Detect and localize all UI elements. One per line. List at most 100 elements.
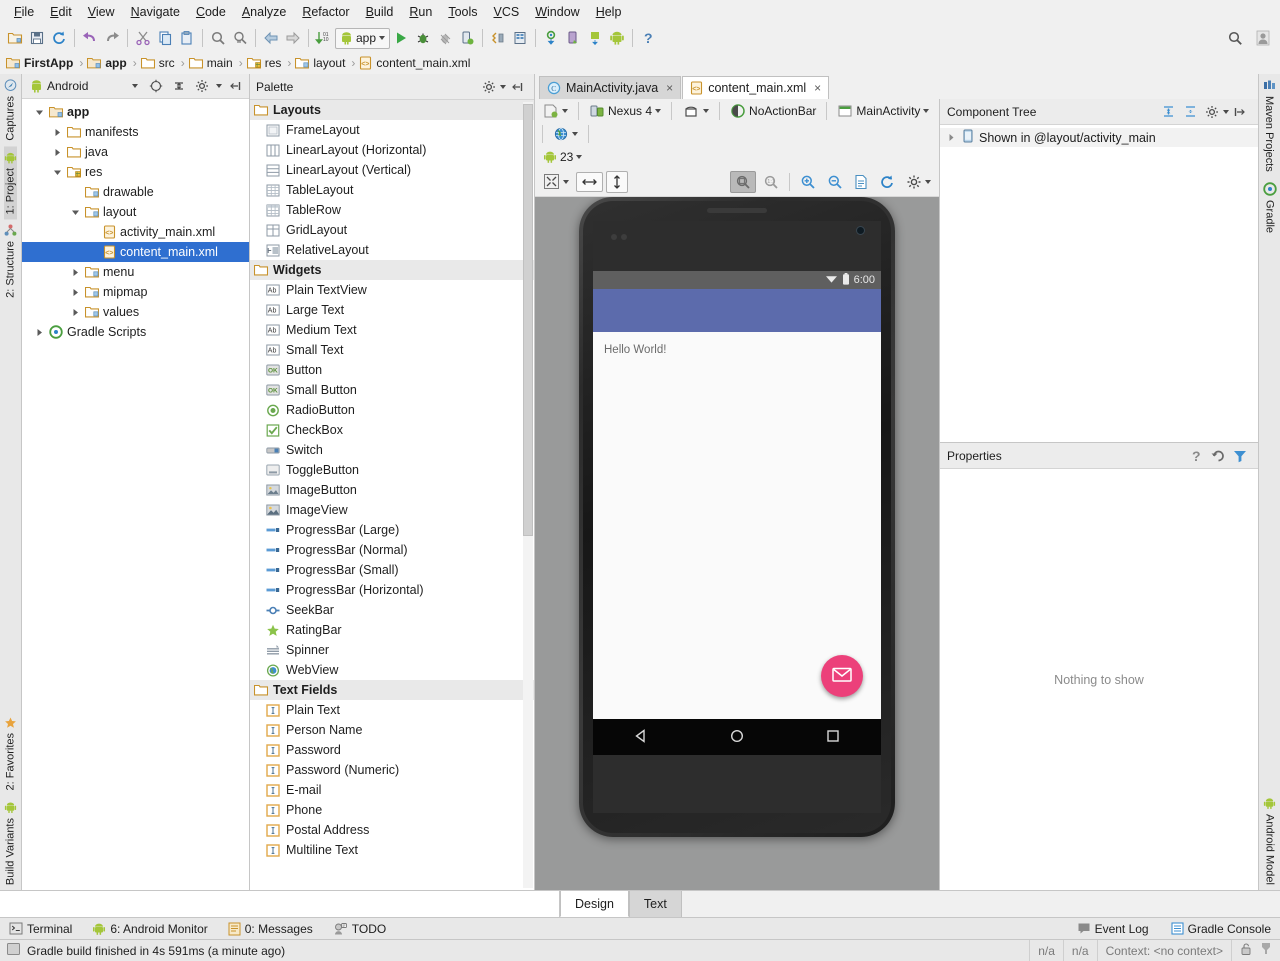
device-preview[interactable]: 6:00 Hello World! bbox=[579, 197, 895, 837]
breadcrumb-item-app[interactable]: app bbox=[87, 56, 128, 70]
chevron-right-icon[interactable] bbox=[70, 287, 81, 298]
toolwindow-messages[interactable]: 0: Messages bbox=[225, 921, 316, 937]
menu-item-vcs[interactable]: VCS bbox=[486, 3, 528, 21]
run-configuration-selector[interactable]: app bbox=[335, 27, 391, 49]
fit-screen-icon[interactable] bbox=[539, 171, 573, 192]
palette-group-text-fields[interactable]: Text Fields bbox=[250, 680, 534, 700]
chevron-right-icon[interactable] bbox=[70, 307, 81, 318]
orientation-icon[interactable] bbox=[678, 101, 713, 121]
back-icon[interactable] bbox=[260, 27, 282, 49]
device-config-icon[interactable] bbox=[539, 101, 572, 121]
chevron-down-icon[interactable] bbox=[52, 167, 63, 178]
device-monitor-icon[interactable] bbox=[562, 27, 584, 49]
android-content-area[interactable]: Hello World! bbox=[593, 332, 881, 719]
run-anything-icon[interactable]: 01 10 bbox=[313, 27, 335, 49]
menu-item-build[interactable]: Build bbox=[358, 3, 402, 21]
hide-icon[interactable] bbox=[1229, 101, 1251, 123]
palette-item-linearlayout--horizontal-[interactable]: LinearLayout (Horizontal) bbox=[250, 140, 534, 160]
status-message-group[interactable]: Gradle build finished in 4s 591ms (a min… bbox=[0, 942, 1029, 959]
toolwindow-terminal[interactable]: Terminal bbox=[6, 921, 75, 937]
palette-item-imagebutton[interactable]: ImageButton bbox=[250, 480, 534, 500]
sdk-manager-icon[interactable] bbox=[487, 27, 509, 49]
menu-item-edit[interactable]: Edit bbox=[42, 3, 80, 21]
sync-gradle-icon[interactable] bbox=[540, 27, 562, 49]
tree-node-values[interactable]: values bbox=[22, 302, 249, 322]
settings-gear-icon[interactable] bbox=[902, 172, 935, 192]
avd-manager-icon[interactable] bbox=[509, 27, 531, 49]
palette-item-large-text[interactable]: Ab Large Text bbox=[250, 300, 534, 320]
tree-node-menu[interactable]: menu bbox=[22, 262, 249, 282]
toolstripe-maven-projects[interactable]: Maven Projects bbox=[1263, 74, 1276, 177]
palette-item-framelayout[interactable]: FrameLayout bbox=[250, 120, 534, 140]
palette-item-imageview[interactable]: ImageView bbox=[250, 500, 534, 520]
chevron-right-icon[interactable] bbox=[52, 127, 63, 138]
toolwindow-android-monitor[interactable]: 6: Android Monitor bbox=[89, 921, 210, 937]
chevron-down-icon[interactable] bbox=[34, 107, 45, 118]
collapse-all-icon[interactable] bbox=[1179, 101, 1201, 123]
palette-item-switch[interactable]: Switch bbox=[250, 440, 534, 460]
forward-icon[interactable] bbox=[282, 27, 304, 49]
menu-item-navigate[interactable]: Navigate bbox=[123, 3, 188, 21]
menu-item-code[interactable]: Code bbox=[188, 3, 234, 21]
floating-action-button[interactable] bbox=[821, 655, 863, 697]
refresh-icon[interactable] bbox=[875, 172, 899, 192]
search-icon[interactable] bbox=[1224, 27, 1246, 49]
lock-icon[interactable] bbox=[1240, 942, 1252, 959]
toolstripe-1--project[interactable]: 1: Project bbox=[4, 145, 17, 220]
zoom-actual-icon[interactable]: 1:1 bbox=[759, 172, 783, 192]
palette-item-radiobutton[interactable]: RadioButton bbox=[250, 400, 534, 420]
toolwindow-event-log[interactable]: Event Log bbox=[1074, 921, 1152, 937]
zoom-to-fit-icon[interactable] bbox=[730, 170, 756, 193]
user-icon[interactable] bbox=[1252, 27, 1274, 49]
palette-item-progressbar--horizontal-[interactable]: ProgressBar (Horizontal) bbox=[250, 580, 534, 600]
redo-icon[interactable] bbox=[101, 27, 123, 49]
project-tree[interactable]: app manifests java res drawable layout <> activ… bbox=[22, 99, 249, 890]
nav-recents-icon[interactable] bbox=[824, 727, 842, 748]
palette-item-e-mail[interactable]: E-mail bbox=[250, 780, 534, 800]
help-icon[interactable]: ? bbox=[637, 27, 659, 49]
toolstripe-build-variants[interactable]: Build Variants bbox=[4, 796, 17, 890]
palette-scrollbar-thumb[interactable] bbox=[523, 104, 533, 536]
breadcrumb-item-layout[interactable]: layout bbox=[295, 56, 347, 70]
nav-back-icon[interactable] bbox=[632, 727, 650, 748]
copy-icon[interactable] bbox=[154, 27, 176, 49]
toolstripe-android-model[interactable]: Android Model bbox=[1263, 792, 1276, 890]
api-level-selector[interactable]: 23 bbox=[539, 148, 586, 166]
palette-item-phone[interactable]: Phone bbox=[250, 800, 534, 820]
menu-item-file[interactable]: File bbox=[6, 3, 42, 21]
toolstripe-2--structure[interactable]: 2: Structure bbox=[4, 219, 17, 303]
component-tree-body[interactable]: Shown in @layout/activity_main bbox=[940, 125, 1258, 443]
menu-item-tools[interactable]: Tools bbox=[440, 3, 485, 21]
menu-item-view[interactable]: View bbox=[80, 3, 123, 21]
debug-icon[interactable] bbox=[412, 27, 434, 49]
chevron-down-icon[interactable] bbox=[132, 84, 139, 88]
chevron-down-icon[interactable] bbox=[70, 207, 81, 218]
palette-item-small-text[interactable]: Ab Small Text bbox=[250, 340, 534, 360]
breadcrumb-item-firstapp[interactable]: FirstApp bbox=[6, 56, 75, 70]
android-device-icon[interactable] bbox=[584, 27, 606, 49]
toolstripe-gradle[interactable]: Gradle bbox=[1262, 177, 1277, 238]
tree-node-manifests[interactable]: manifests bbox=[22, 122, 249, 142]
editor-tab-mainactivity-java[interactable]: C MainActivity.java × bbox=[539, 76, 682, 99]
palette-item-progressbar--large-[interactable]: ProgressBar (Large) bbox=[250, 520, 534, 540]
run-icon[interactable] bbox=[390, 27, 412, 49]
palette-list[interactable]: Layouts FrameLayout LinearLayout (Horizont… bbox=[250, 100, 534, 890]
tree-node-app[interactable]: app bbox=[22, 102, 249, 122]
breadcrumb-item-src[interactable]: src bbox=[140, 56, 177, 70]
tree-node-java[interactable]: java bbox=[22, 142, 249, 162]
project-view-selector[interactable]: Android bbox=[26, 78, 92, 94]
palette-group-layouts[interactable]: Layouts bbox=[250, 100, 534, 120]
zoom-in-icon[interactable] bbox=[796, 172, 820, 192]
paste-icon[interactable] bbox=[176, 27, 198, 49]
tree-node-drawable[interactable]: drawable bbox=[22, 182, 249, 202]
design-canvas[interactable]: 6:00 Hello World! bbox=[535, 197, 939, 890]
filter-icon[interactable] bbox=[1229, 445, 1251, 467]
undo-icon[interactable] bbox=[79, 27, 101, 49]
palette-item-tablerow[interactable]: TableRow bbox=[250, 200, 534, 220]
palette-item-person-name[interactable]: Person Name bbox=[250, 720, 534, 740]
palette-item-password--numeric-[interactable]: Password (Numeric) bbox=[250, 760, 534, 780]
breadcrumb-item-res[interactable]: res bbox=[246, 56, 284, 70]
palette-item-plain-textview[interactable]: Ab Plain TextView bbox=[250, 280, 534, 300]
hello-world-text[interactable]: Hello World! bbox=[604, 344, 666, 356]
cut-icon[interactable] bbox=[132, 27, 154, 49]
